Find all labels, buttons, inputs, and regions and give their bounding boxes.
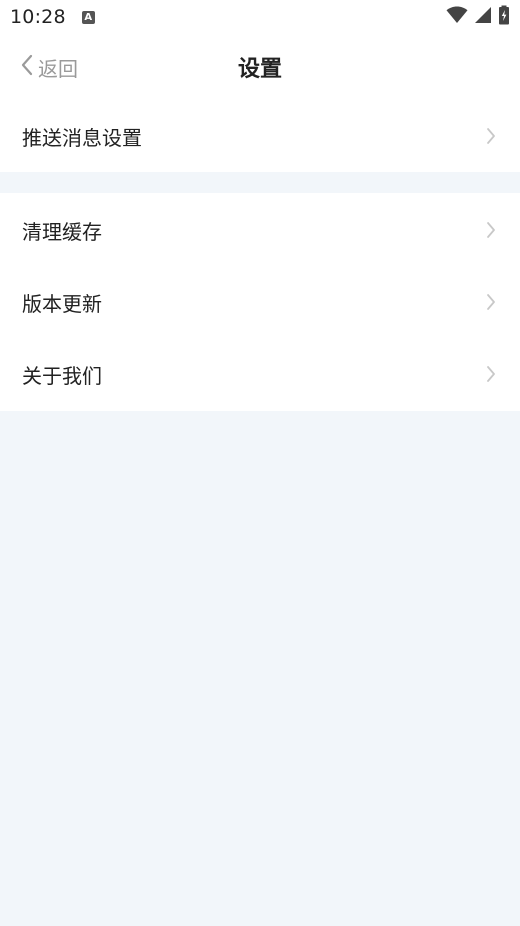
settings-row-label: 版本更新 <box>22 291 102 316</box>
back-label: 返回 <box>38 56 78 81</box>
back-button[interactable]: 返回 <box>20 34 78 100</box>
chevron-left-icon <box>20 54 34 81</box>
settings-row-label: 关于我们 <box>22 363 102 388</box>
chevron-right-icon <box>486 365 496 383</box>
signal-icon <box>474 6 492 28</box>
section-divider <box>0 172 520 193</box>
settings-row-version-update[interactable]: 版本更新 <box>0 266 520 338</box>
settings-row-clear-cache[interactable]: 清理缓存 <box>0 194 520 266</box>
chevron-right-icon <box>486 221 496 239</box>
status-right <box>446 5 510 29</box>
navigation-bar: 返回 设置 <box>0 34 520 100</box>
status-left: 10:28 A <box>10 6 95 28</box>
app-notification-icon: A <box>81 10 95 24</box>
status-bar: 10:28 A <box>0 0 520 34</box>
settings-row-label: 推送消息设置 <box>22 125 142 150</box>
settings-row-about-us[interactable]: 关于我们 <box>0 338 520 410</box>
chevron-right-icon <box>486 293 496 311</box>
settings-row-push-notifications[interactable]: 推送消息设置 <box>0 100 520 172</box>
battery-icon <box>498 5 510 29</box>
settings-group-general: 清理缓存 版本更新 关于我们 <box>0 193 520 411</box>
status-time: 10:28 <box>10 6 66 28</box>
page-title: 设置 <box>237 57 282 82</box>
wifi-icon <box>446 6 468 28</box>
chevron-right-icon <box>486 127 496 145</box>
settings-row-label: 清理缓存 <box>22 219 102 244</box>
settings-group-notifications: 推送消息设置 <box>0 100 520 172</box>
